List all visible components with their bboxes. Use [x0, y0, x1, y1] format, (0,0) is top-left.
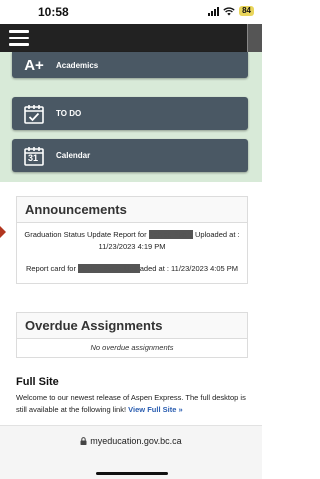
nav-academics-button[interactable]: A+ Academics — [12, 52, 248, 78]
nav-calendar-button[interactable]: 31 Calendar — [12, 139, 248, 172]
status-time: 10:58 — [38, 5, 69, 19]
url-field[interactable]: myeducation.gov.bc.ca — [0, 436, 262, 446]
nav-academics-label: Academics — [56, 60, 99, 70]
lock-icon — [80, 437, 87, 445]
nav-area: A+ Academics TO DO 31 Calendar — [0, 52, 262, 182]
overdue-panel: Overdue Assignments No overdue assignmen… — [16, 312, 248, 358]
arrow-marker-icon — [0, 226, 6, 238]
nav-todo-label: TO DO — [56, 109, 82, 118]
announcements-title: Announcements — [17, 197, 247, 223]
battery-icon: 84 — [239, 6, 254, 16]
overdue-empty-text: No overdue assignments — [17, 339, 247, 357]
nav-todo-button[interactable]: TO DO — [12, 97, 248, 130]
full-site-text: Welcome to our newest release of Aspen E… — [16, 392, 248, 416]
avatar[interactable] — [247, 24, 262, 52]
a-plus-icon: A+ — [24, 56, 44, 74]
status-bar: 10:58 84 — [0, 0, 262, 24]
nav-calendar-label: Calendar — [56, 151, 91, 160]
redacted-name: Fehler, Evan. — [148, 230, 193, 239]
calendar-check-icon — [22, 102, 46, 126]
menu-icon[interactable] — [9, 30, 29, 46]
browser-url-bar[interactable]: myeducation.gov.bc.ca — [0, 425, 262, 479]
home-indicator[interactable] — [96, 472, 168, 475]
wifi-icon — [223, 6, 235, 15]
calendar-31-icon: 31 — [22, 144, 46, 168]
announcement-item[interactable]: Report card for Fehler, Evan. Uploaded a… — [17, 257, 247, 283]
signal-icon — [208, 6, 220, 16]
top-header — [0, 24, 262, 52]
status-icons: 84 — [208, 6, 254, 16]
redacted-name: Fehler, Evan. Uplo — [78, 264, 140, 273]
full-site-title: Full Site — [16, 376, 59, 388]
announcement-item[interactable]: Graduation Status Update Report for Fehl… — [17, 223, 247, 257]
overdue-title: Overdue Assignments — [17, 313, 247, 339]
announcements-panel: Announcements Graduation Status Update R… — [16, 196, 248, 284]
view-full-site-link[interactable]: View Full Site » — [128, 405, 182, 414]
